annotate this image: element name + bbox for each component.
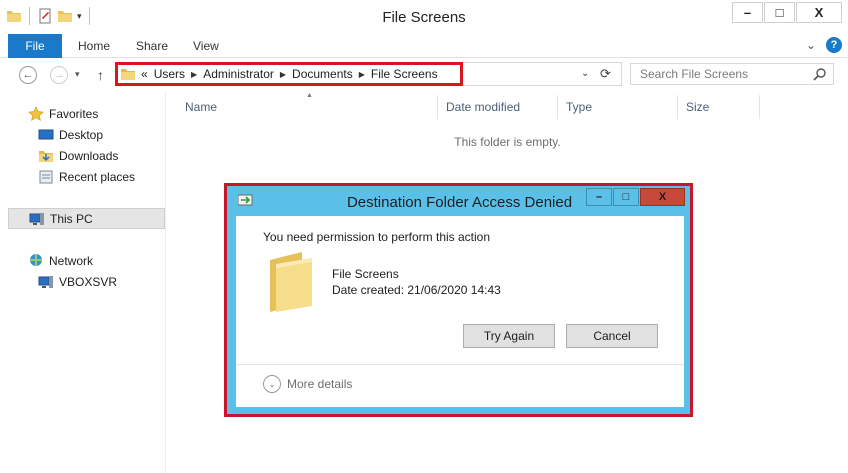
nav-label-downloads: Downloads bbox=[59, 149, 119, 163]
search-input[interactable] bbox=[631, 64, 811, 84]
breadcrumb-administrator[interactable]: Administrator bbox=[203, 67, 274, 81]
up-button[interactable]: ↑ bbox=[97, 67, 104, 83]
divider bbox=[236, 364, 684, 365]
nav-item-vboxsvr[interactable]: VBOXSVR bbox=[38, 274, 117, 290]
dialog-close-button[interactable]: X bbox=[640, 188, 685, 206]
recent-places-icon bbox=[38, 169, 54, 185]
chevron-right-icon[interactable]: ▶ bbox=[359, 70, 365, 79]
computer-icon bbox=[29, 211, 45, 227]
folder-date-created: Date created: 21/06/2020 14:43 bbox=[332, 283, 501, 297]
nav-label-favorites: Favorites bbox=[49, 107, 99, 121]
folder-icon bbox=[266, 250, 314, 314]
nav-label-this-pc: This PC bbox=[50, 211, 93, 226]
folder-icon bbox=[121, 68, 135, 80]
column-header-name[interactable]: Name bbox=[167, 95, 438, 119]
chevron-right-icon[interactable]: ▶ bbox=[280, 70, 286, 79]
minimize-button[interactable]: – bbox=[732, 2, 763, 23]
folder-name: File Screens bbox=[332, 267, 399, 281]
empty-folder-message: This folder is empty. bbox=[454, 135, 561, 149]
more-details-label: More details bbox=[287, 377, 353, 391]
chevron-right-icon[interactable]: ▶ bbox=[191, 70, 197, 79]
breadcrumb-users[interactable]: Users bbox=[154, 67, 185, 81]
nav-item-desktop[interactable]: Desktop bbox=[38, 127, 103, 143]
expand-ribbon-icon[interactable]: ⌄ bbox=[806, 38, 816, 52]
nav-item-downloads[interactable]: Downloads bbox=[38, 148, 118, 164]
nav-item-network[interactable]: Network bbox=[28, 253, 93, 269]
ribbon-right: ⌄ ? bbox=[806, 37, 842, 53]
star-icon bbox=[28, 106, 44, 122]
downloads-folder-icon bbox=[38, 148, 54, 164]
desktop-icon bbox=[38, 127, 54, 143]
try-again-button[interactable]: Try Again bbox=[463, 324, 555, 348]
navigation-pane: Favorites Desktop Downloads Recent place… bbox=[0, 92, 166, 473]
address-row: ← → ▾ ↑ « Users ▶ Administrator ▶ Docume… bbox=[0, 59, 848, 91]
nav-label-vboxsvr: VBOXSVR bbox=[59, 275, 118, 289]
forward-button[interactable]: → bbox=[50, 66, 68, 84]
maximize-button[interactable]: □ bbox=[764, 2, 795, 23]
nav-item-this-pc[interactable]: This PC bbox=[8, 208, 165, 229]
tab-file[interactable]: File bbox=[8, 34, 62, 58]
nav-label-desktop: Desktop bbox=[59, 128, 104, 142]
back-button[interactable]: ← bbox=[19, 66, 37, 84]
dialog-body: You need permission to perform this acti… bbox=[236, 216, 684, 407]
computer-icon bbox=[38, 274, 54, 290]
title-bar: ▾ File Screens – □ X bbox=[0, 0, 848, 34]
tab-home[interactable]: Home bbox=[78, 34, 110, 58]
nav-label-network: Network bbox=[49, 254, 94, 268]
window-controls: – □ X bbox=[731, 2, 842, 23]
permission-message: You need permission to perform this acti… bbox=[263, 230, 491, 244]
dialog-maximize-button[interactable]: □ bbox=[613, 188, 639, 206]
breadcrumb-file-screens[interactable]: File Screens bbox=[371, 67, 438, 81]
nav-label-recent-places: Recent places bbox=[59, 170, 136, 184]
nav-item-recent-places[interactable]: Recent places bbox=[38, 169, 135, 185]
column-header-size[interactable]: Size bbox=[668, 95, 760, 119]
breadcrumb-documents[interactable]: Documents bbox=[292, 67, 353, 81]
column-header-type[interactable]: Type bbox=[548, 95, 678, 119]
help-icon[interactable]: ? bbox=[826, 37, 842, 53]
breadcrumb-overflow[interactable]: « bbox=[141, 67, 148, 81]
network-icon bbox=[28, 253, 44, 269]
recent-locations-dropdown-icon[interactable]: ▾ bbox=[75, 69, 80, 80]
dialog-controls: – □ X bbox=[585, 188, 685, 206]
address-dropdown-icon[interactable]: ⌄ bbox=[581, 68, 589, 79]
more-details-toggle[interactable]: ⌄ More details bbox=[263, 375, 352, 393]
tab-share[interactable]: Share bbox=[136, 34, 168, 58]
tab-view[interactable]: View bbox=[193, 34, 219, 58]
cancel-button[interactable]: Cancel bbox=[566, 324, 658, 348]
column-header-date-modified[interactable]: Date modified bbox=[428, 95, 558, 119]
refresh-icon[interactable]: ⟳ bbox=[600, 66, 611, 82]
search-icon[interactable] bbox=[813, 67, 827, 81]
breadcrumb: « Users ▶ Administrator ▶ Documents ▶ Fi… bbox=[121, 67, 438, 81]
dialog-minimize-button[interactable]: – bbox=[586, 188, 612, 206]
search-box[interactable] bbox=[630, 63, 834, 85]
chevron-down-icon[interactable]: ⌄ bbox=[263, 375, 281, 393]
ribbon: File Home Share View ⌄ ? bbox=[0, 34, 848, 58]
close-button[interactable]: X bbox=[796, 2, 842, 23]
window-title: File Screens bbox=[382, 9, 466, 26]
nav-item-favorites[interactable]: Favorites bbox=[28, 106, 98, 122]
access-denied-dialog: Destination Folder Access Denied – □ X Y… bbox=[227, 186, 690, 414]
